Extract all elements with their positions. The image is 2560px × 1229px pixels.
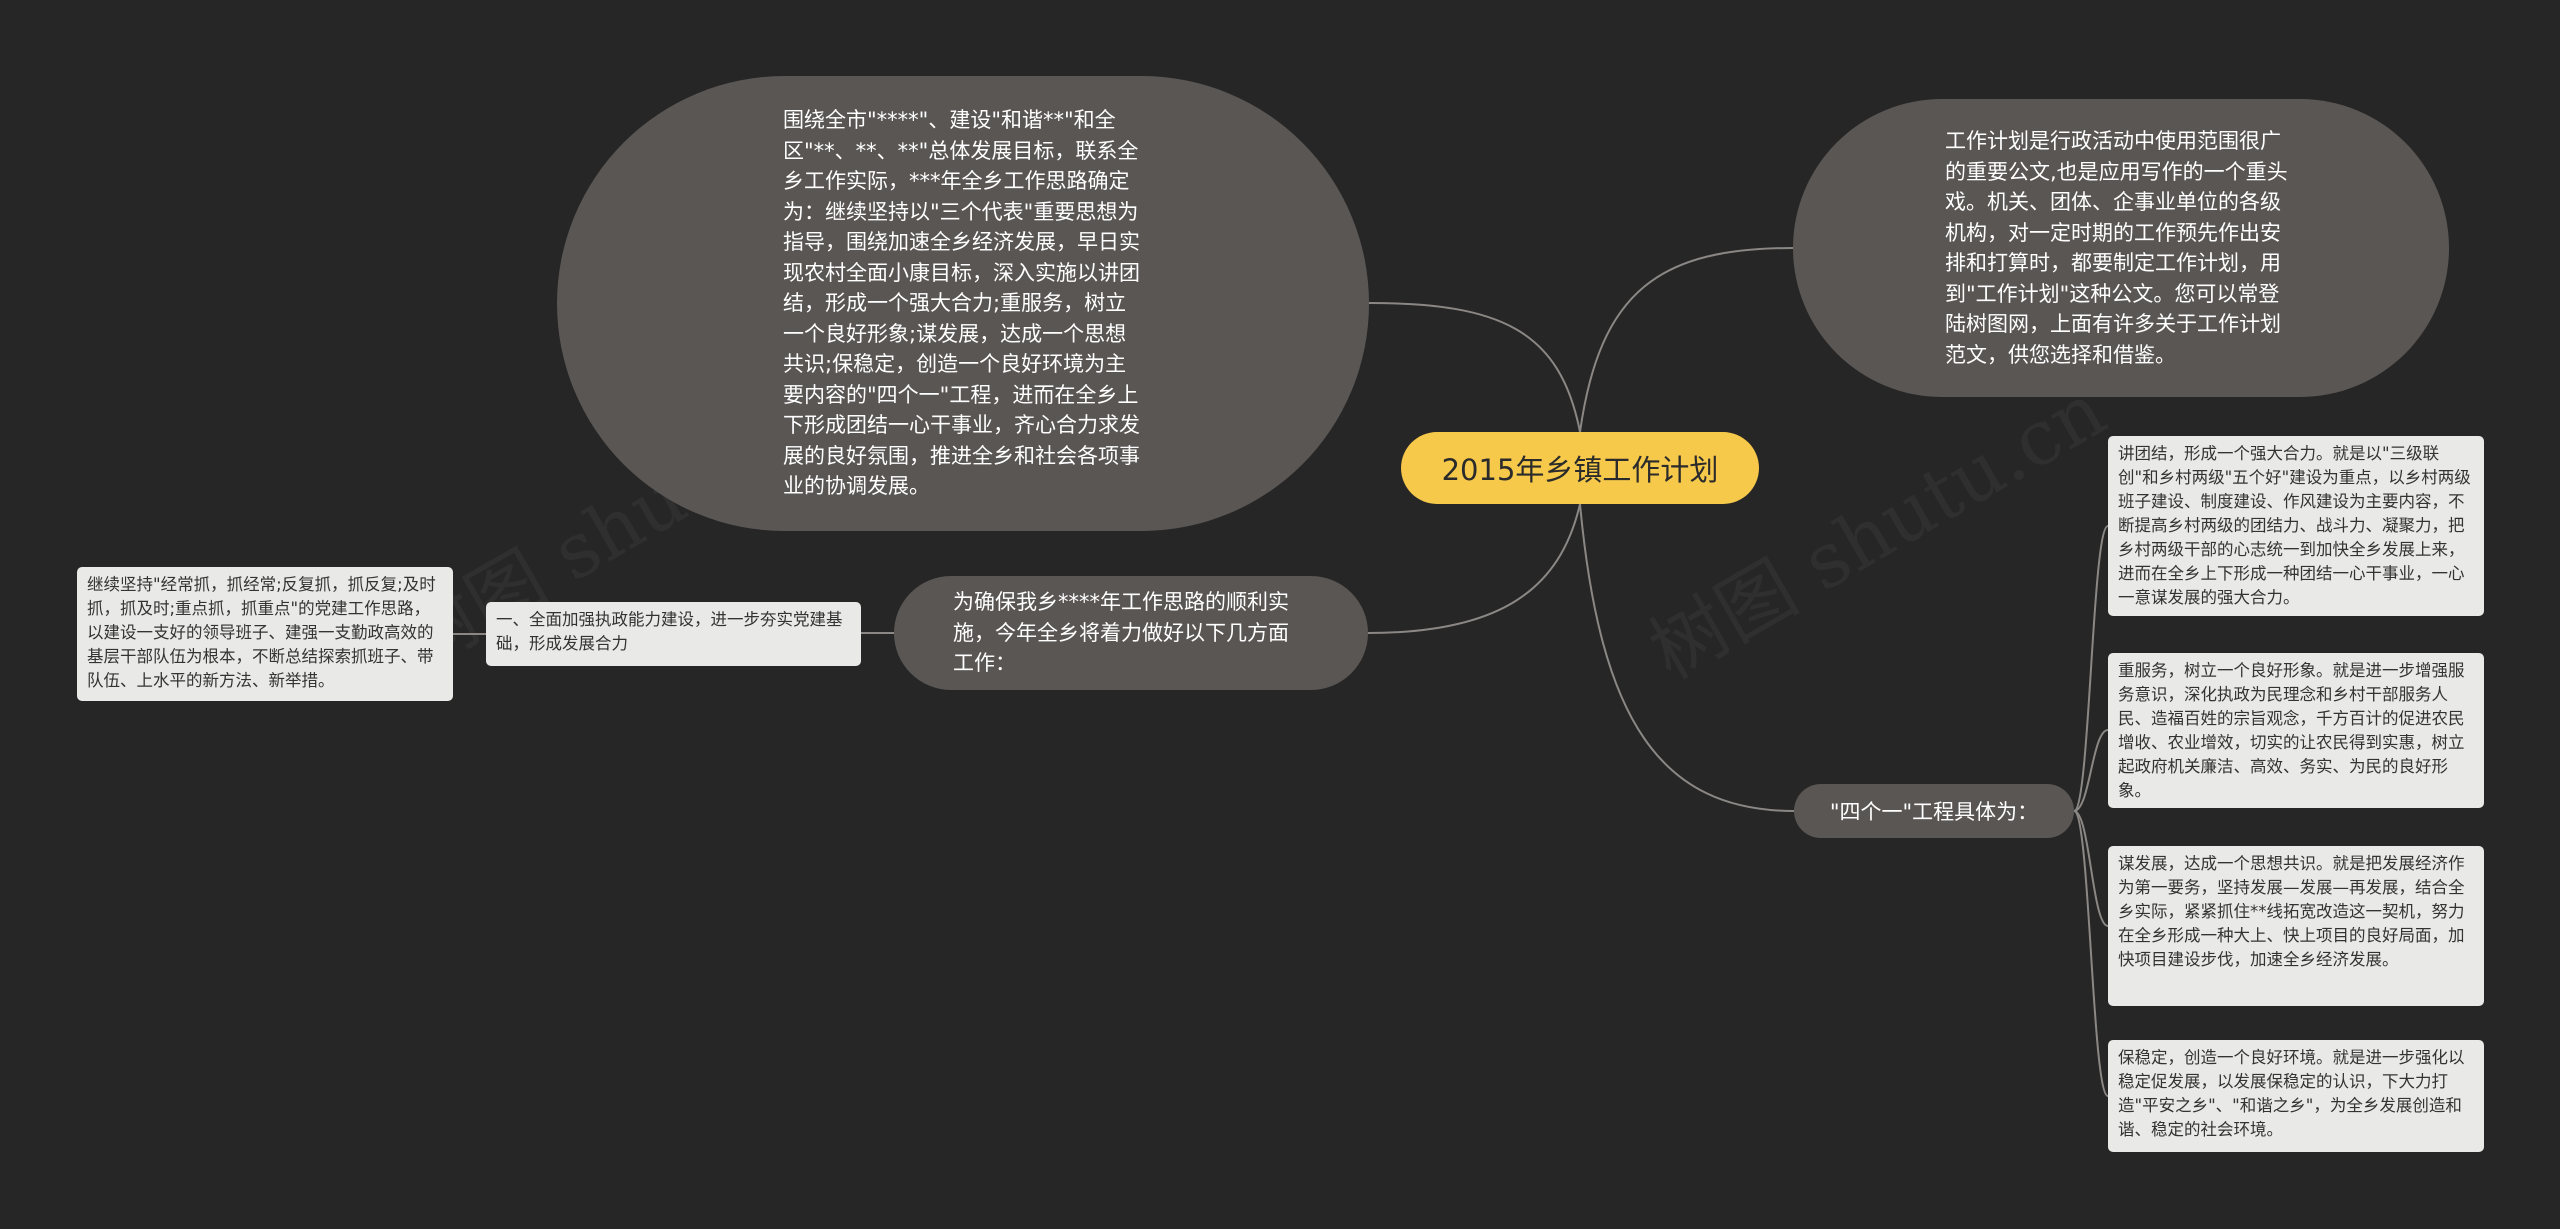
four-one-project-label: "四个一"工程具体为： [1829, 800, 2039, 824]
party-building-text: 一、全面加强执政能力建设，进一步夯实党建基础，形成发展合力 [496, 610, 843, 653]
mindmap-canvas: 树图 shutu.cn 树图 shutu.cn 2015年乡镇工作计划 围绕全市… [0, 0, 2560, 1229]
party-building-detail-text: 继续坚持"经常抓，抓经常;反复抓，抓反复;及时抓，抓及时;重点抓，抓重点"的党建… [87, 575, 436, 690]
link-center-to-plan [1367, 503, 1581, 634]
four-one-project-node[interactable]: "四个一"工程具体为： [1794, 784, 2074, 838]
four-item-text: 重服务，树立一个良好形象。就是进一步增强服务意识，深化执政为民理念和乡村干部服务… [2118, 661, 2465, 800]
link-center-to-intro [1579, 247, 1794, 433]
four-item-unity[interactable]: 讲团结，形成一个强大合力。就是以"三级联创"和乡村两级"五个好"建设为重点，以乡… [2108, 436, 2484, 616]
link-center-to-main-idea [1368, 302, 1581, 433]
four-item-text: 谋发展，达成一个思想共识。就是把发展经济作为第一要务，坚持发展—发展—再发展，结… [2118, 854, 2465, 969]
plan-text: 为确保我乡****年工作思路的顺利实施，今年全乡将着力做好以下几方面工作： [953, 590, 1289, 676]
link-center-to-four [1579, 503, 1795, 812]
four-item-text: 讲团结，形成一个强大合力。就是以"三级联创"和乡村两级"五个好"建设为重点，以乡… [2118, 444, 2471, 607]
central-topic-label: 2015年乡镇工作计划 [1441, 453, 1719, 487]
link-four-to-item-3 [2073, 810, 2109, 927]
four-item-stability[interactable]: 保稳定，创造一个良好环境。就是进一步强化以稳定促发展，以发展保稳定的认识，下大力… [2108, 1040, 2484, 1152]
intro-text: 工作计划是行政活动中使用范围很广的重要公文,也是应用写作的一个重头戏。机关、团体… [1945, 129, 2288, 367]
intro-node[interactable]: 工作计划是行政活动中使用范围很广的重要公文,也是应用写作的一个重头戏。机关、团体… [1793, 99, 2449, 397]
central-topic[interactable]: 2015年乡镇工作计划 [1401, 432, 1759, 504]
main-idea-text: 围绕全市"****"、建设"和谐**"和全区"**、**、**"总体发展目标，联… [783, 108, 1140, 499]
four-item-text: 保稳定，创造一个良好环境。就是进一步强化以稳定促发展，以发展保稳定的认识，下大力… [2118, 1048, 2465, 1139]
link-four-to-item-4 [2073, 810, 2109, 1097]
party-building-node[interactable]: 一、全面加强执政能力建设，进一步夯实党建基础，形成发展合力 [486, 602, 861, 666]
party-building-detail-node[interactable]: 继续坚持"经常抓，抓经常;反复抓，抓反复;及时抓，抓及时;重点抓，抓重点"的党建… [77, 567, 453, 701]
four-item-service[interactable]: 重服务，树立一个良好形象。就是进一步增强服务意识，深化执政为民理念和乡村干部服务… [2108, 653, 2484, 808]
main-idea-node[interactable]: 围绕全市"****"、建设"和谐**"和全区"**、**、**"总体发展目标，联… [557, 76, 1369, 531]
four-item-development[interactable]: 谋发展，达成一个思想共识。就是把发展经济作为第一要务，坚持发展—发展—再发展，结… [2108, 846, 2484, 1006]
plan-node[interactable]: 为确保我乡****年工作思路的顺利实施，今年全乡将着力做好以下几方面工作： [894, 576, 1368, 690]
